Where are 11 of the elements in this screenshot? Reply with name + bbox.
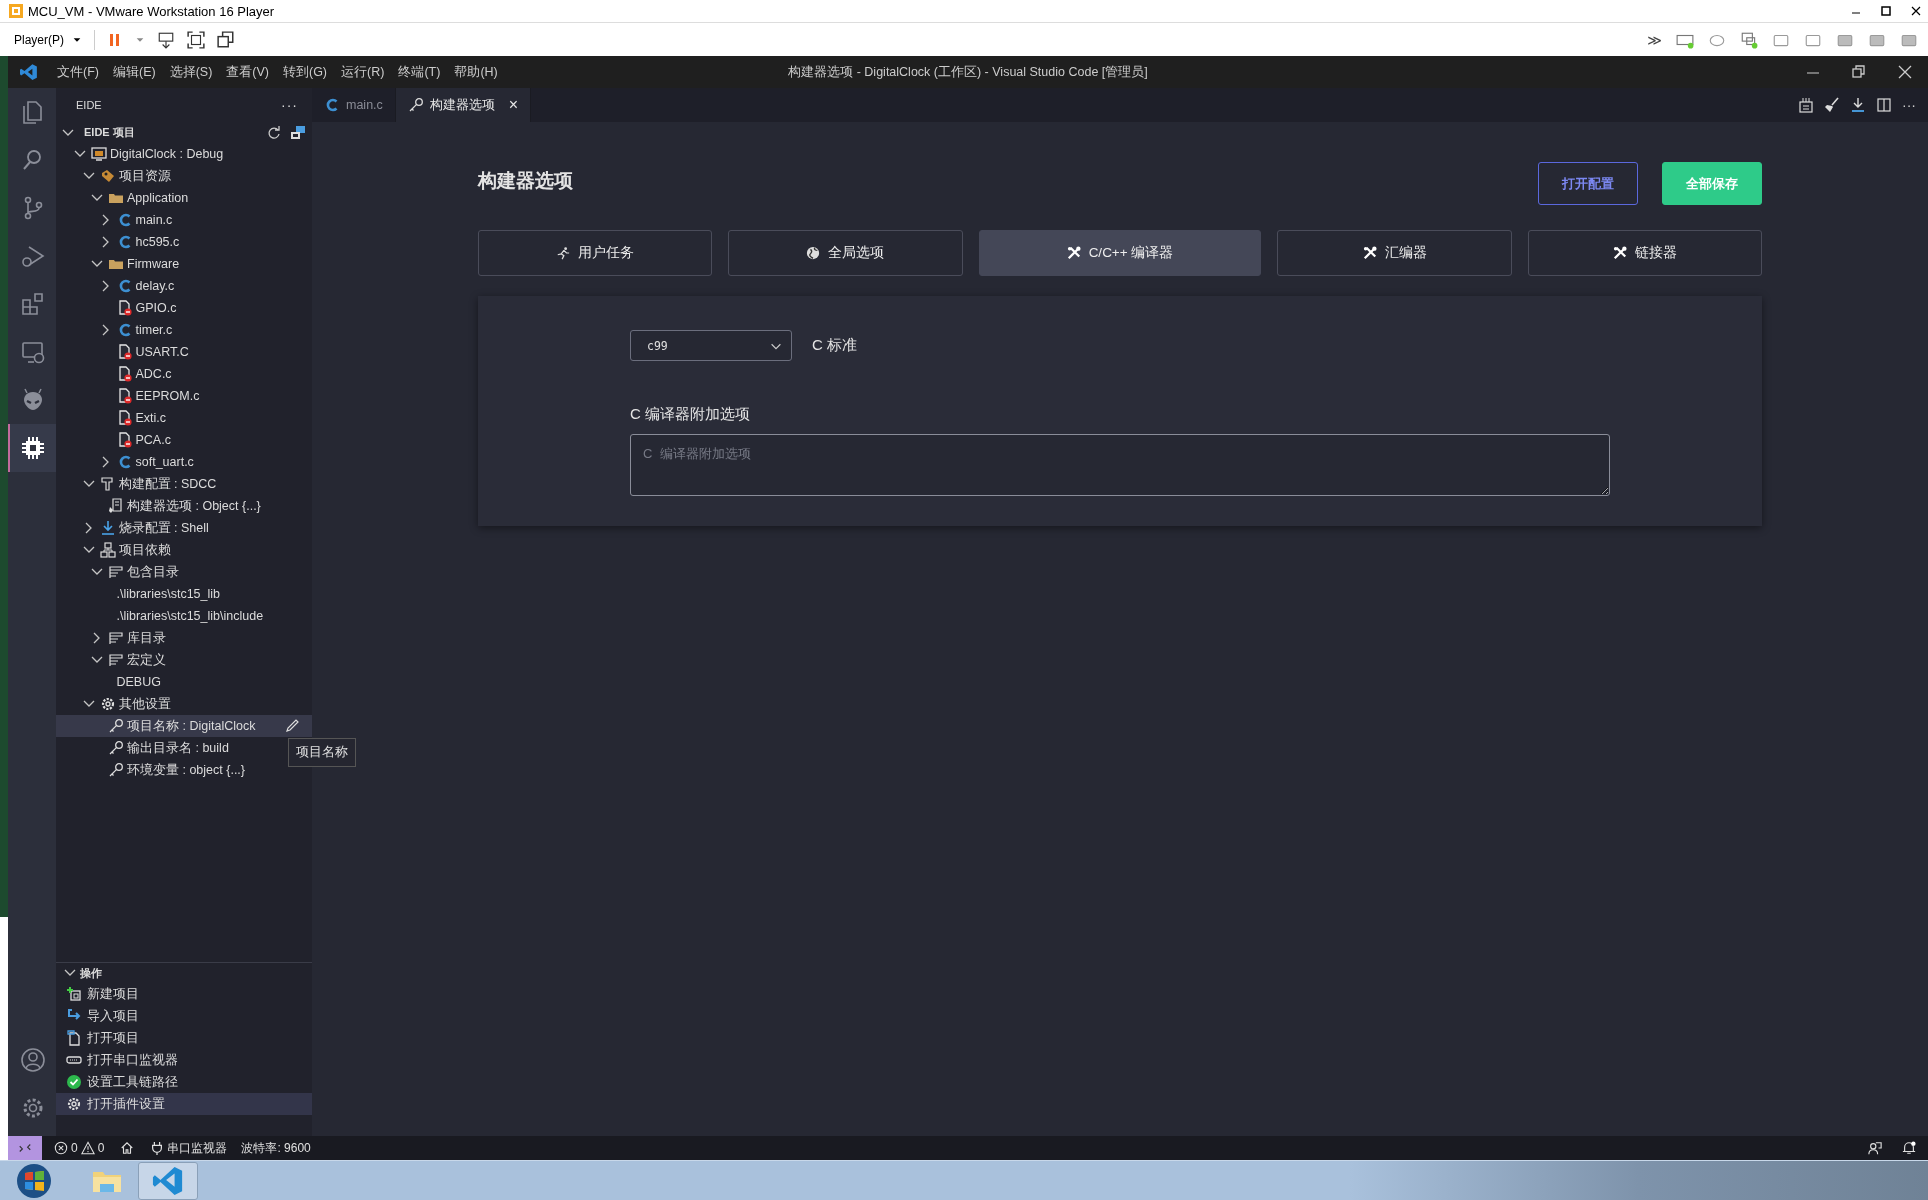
panel-title: EIDE [76,99,102,111]
tooltip: 项目名称 [288,738,356,767]
section-title: EIDE 项目 [84,125,135,140]
warning-count: 0 [97,1141,105,1155]
window-title: MCU_VM - VMware Workstation 16 Player [28,3,276,19]
error-count: 0 [71,1141,78,1155]
field-label: C 标准 [812,336,857,355]
window-title: 构建器选项 - DigitalClock (工作区) - Visual Studio Code [管理员] [788,64,1148,79]
field-label: C 编译器附加选项 [630,405,751,424]
page-title: 构建器选项 [478,169,574,193]
section-title: 操作 [80,965,102,981]
